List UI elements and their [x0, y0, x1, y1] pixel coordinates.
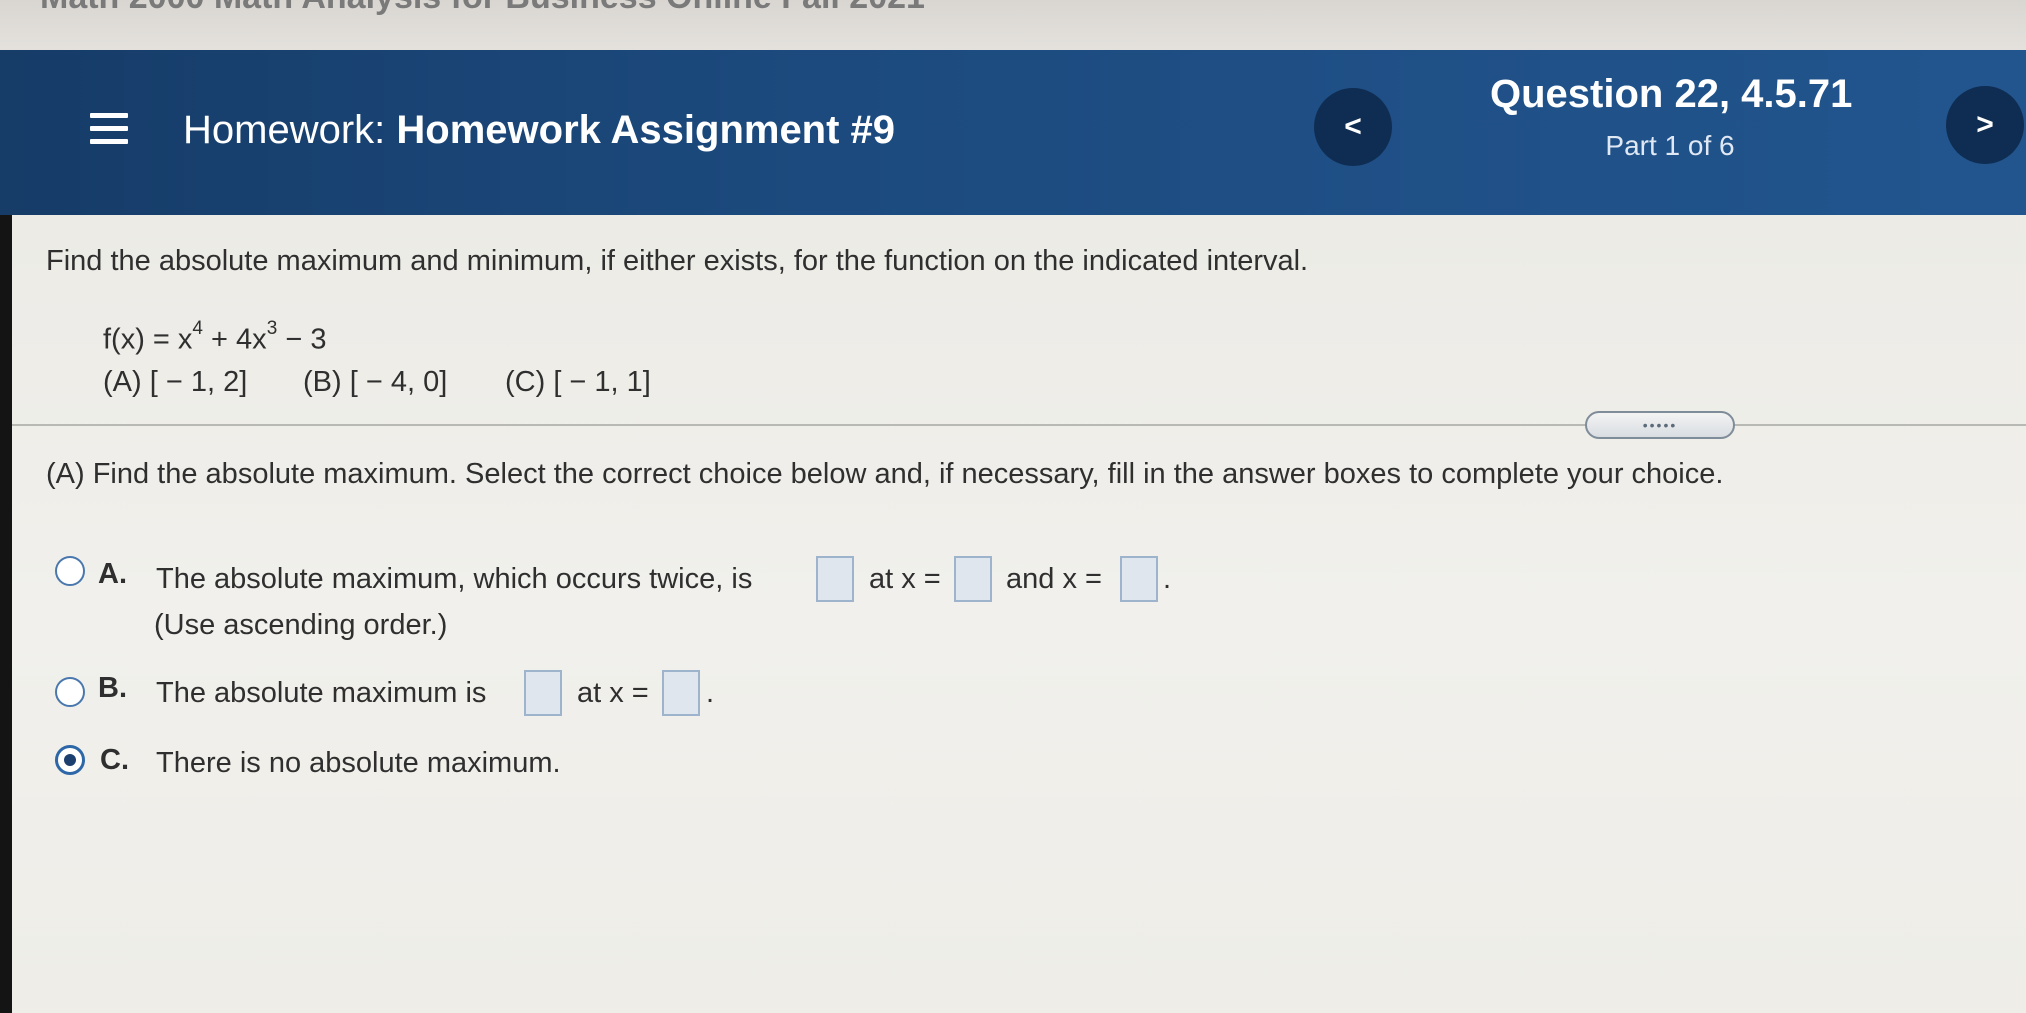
choice-a-x1-box[interactable] — [954, 556, 992, 602]
chevron-right-icon: > — [1976, 108, 1994, 141]
choice-a-text: The absolute maximum, which occurs twice… — [156, 563, 753, 595]
choice-a-and-x-label: and x = — [1006, 563, 1102, 595]
interval-b: (B) [ − 4, 0] — [303, 366, 448, 398]
exponent-4: 4 — [192, 318, 203, 339]
homework-title-prefix: Homework: — [183, 108, 386, 152]
browser-tab-title: Math 2000 Math Analysis for Business Onl… — [40, 0, 925, 17]
choice-c-text: There is no absolute maximum. — [156, 747, 561, 779]
choice-b-text: The absolute maximum is — [156, 677, 487, 709]
function-mid: + 4x — [203, 323, 267, 356]
choice-b-period: . — [706, 677, 715, 709]
homework-title-name: Homework Assignment #9 — [396, 108, 896, 152]
homework-title: Homework: Homework Assignment #9 — [183, 108, 895, 153]
problem-instructions: Find the absolute maximum and minimum, i… — [46, 245, 1309, 277]
choice-a-radio[interactable] — [55, 556, 85, 586]
choice-a-period: . — [1163, 563, 1172, 595]
choice-b-at-x-label: at x = — [577, 677, 649, 709]
choice-b-x-box[interactable] — [662, 670, 700, 716]
interval-c: (C) [ − 1, 1] — [505, 366, 651, 398]
choice-b-radio[interactable] — [55, 677, 85, 707]
function-lhs: f(x) = x — [103, 323, 193, 356]
choice-b-max-value-box[interactable] — [524, 670, 562, 716]
choice-a-x2-box[interactable] — [1120, 556, 1158, 602]
choice-b-letter: B. — [98, 672, 127, 704]
function-tail: − 3 — [277, 323, 327, 356]
choice-a-max-value-box[interactable] — [816, 556, 854, 602]
hamburger-menu-icon[interactable] — [90, 113, 128, 145]
previous-question-button[interactable]: < — [1314, 88, 1392, 166]
part-a-prompt: (A) Find the absolute maximum. Select th… — [46, 458, 1724, 490]
choice-c-radio[interactable] — [55, 745, 85, 775]
question-part: Part 1 of 6 — [1605, 130, 1735, 161]
choice-a-at-x-label: at x = — [869, 563, 941, 595]
choice-c-letter: C. — [100, 744, 129, 776]
question-title: Question 22, 4.5.71 — [1490, 72, 1853, 116]
function-definition: f(x) = x4 + 4x3 − 3 — [103, 318, 327, 357]
interval-a: (A) [ − 1, 2] — [103, 366, 248, 398]
expand-collapse-handle[interactable]: ••••• — [1585, 411, 1735, 439]
next-question-button[interactable]: > — [1946, 86, 2024, 164]
chevron-left-icon: < — [1344, 110, 1362, 143]
exponent-3: 3 — [266, 318, 278, 339]
choice-a-letter: A. — [98, 558, 127, 590]
choice-a-note: (Use ascending order.) — [154, 609, 448, 641]
